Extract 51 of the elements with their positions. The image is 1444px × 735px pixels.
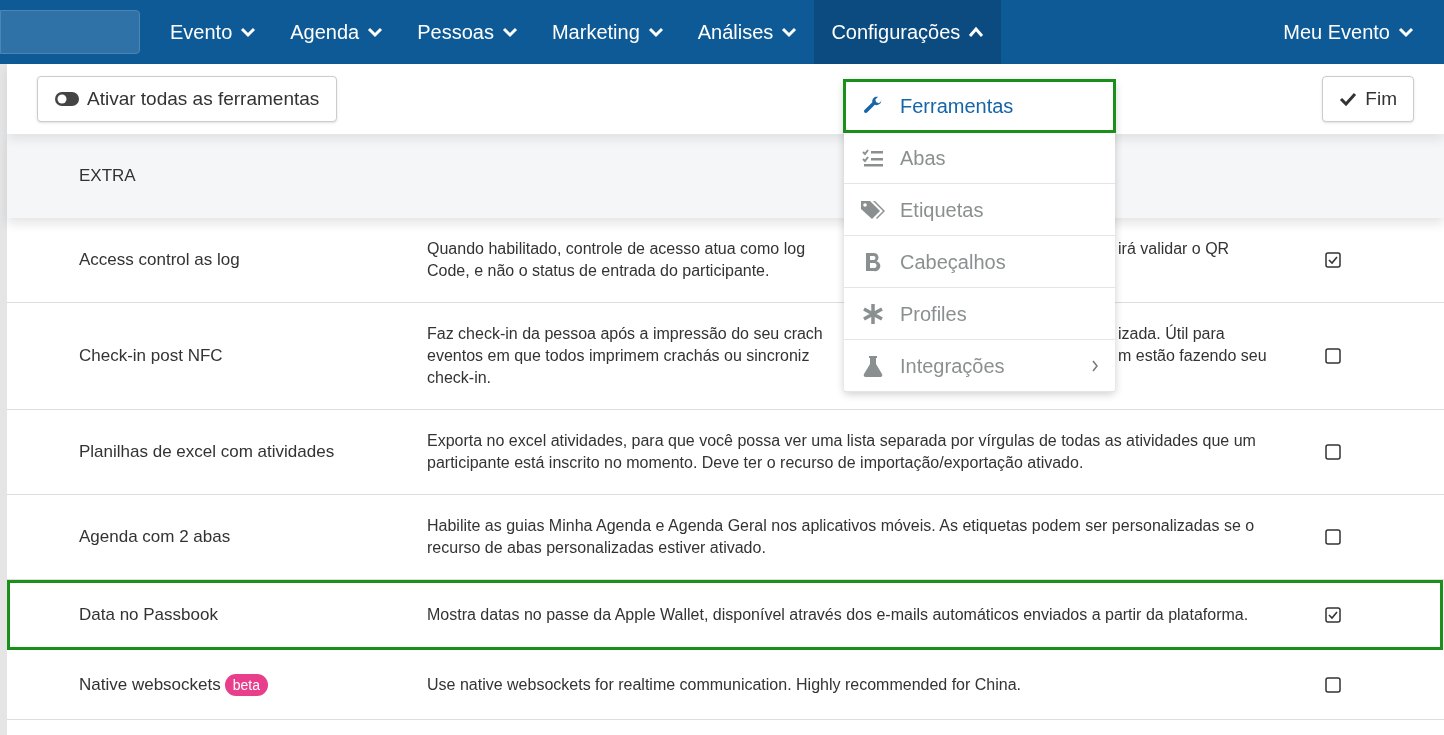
nav-menu-item[interactable]: Pessoas	[400, 0, 535, 64]
section-heading: EXTRA	[79, 165, 136, 188]
toggle-all-button[interactable]: Ativar todas as ferramentas	[37, 76, 338, 122]
feature-description: check-in.	[427, 368, 493, 388]
checkbox[interactable]	[1324, 606, 1341, 623]
nav-menu-item[interactable]: Marketing	[534, 0, 681, 64]
search-field[interactable]	[0, 10, 140, 54]
feature-name: Data no Passbook	[79, 603, 218, 626]
nav-menu-item[interactable]: Evento	[153, 0, 274, 64]
chevron-down-icon	[1398, 26, 1414, 38]
beta-badge: beta	[224, 673, 268, 696]
checkbox[interactable]	[1325, 444, 1341, 460]
feature-description: Mostra datas no passe da Apple Wallet, disponível através dos e-mails automáticos enviados a partir da plataforma.	[427, 605, 1249, 623]
done-button[interactable]: Fim	[1322, 76, 1414, 122]
chevron-down-icon	[367, 26, 384, 38]
list-icon	[862, 147, 884, 168]
feature-description: Exporta no excel atividades, para que você possa ver uma lista separada por vírgulas de todas as atividades que um participante está inscrito no momento. Deve ter o recurso de importação/exportação ativado.	[427, 432, 1256, 471]
feature-description: m estão fazendo seu	[1118, 346, 1267, 366]
flask-icon	[863, 354, 883, 377]
tags-icon	[860, 198, 886, 221]
checkbox[interactable]	[1325, 529, 1341, 545]
feature-description: izada. Útil para	[1118, 323, 1225, 344]
feature-description: eventos em que todos imprimem crachás ou sincroniz	[427, 346, 811, 366]
feature-name: Agenda com 2 abas	[79, 526, 231, 549]
feature-description: Faz check-in da pessoa após a impressão do seu crach	[427, 324, 824, 344]
feature-name: Planilhas de excel com atividades	[79, 441, 335, 464]
nav-menu-item[interactable]: Análises	[680, 0, 815, 64]
checkbox[interactable]	[1325, 252, 1341, 268]
chevron-down-icon	[501, 26, 518, 38]
nav-menu-item[interactable]: Configurações	[814, 0, 1002, 64]
dropdown-item[interactable]: Ferramentas	[844, 80, 1115, 132]
nav-menu-item[interactable]: Agenda	[273, 0, 401, 64]
checkbox[interactable]	[1325, 348, 1341, 364]
checkbox[interactable]	[1325, 676, 1341, 693]
feature-name: Native websockets	[79, 673, 221, 696]
feature-description: Code, e não o status de entrada do participante.	[427, 261, 771, 281]
chevron-down-icon	[240, 26, 257, 38]
toggle-icon	[55, 92, 79, 106]
chevron-down-icon	[647, 26, 664, 38]
bold-icon	[864, 251, 882, 272]
feature-description: irá validar o QR	[1118, 239, 1230, 259]
chevron-up-icon	[968, 26, 985, 38]
feature-description: Use native websockets for realtime communication. Highly recommended for China.	[427, 675, 1022, 693]
asterisk-icon	[862, 302, 884, 325]
checkmark-icon	[1339, 92, 1358, 106]
feature-name: Access control as log	[79, 249, 240, 272]
account-menu[interactable]: Meu Evento	[1283, 0, 1444, 64]
chevron-down-icon	[781, 26, 798, 38]
feature-description: Quando habilitado, controle de acesso atua como log	[427, 239, 807, 259]
feature-name: Check-in post NFC	[79, 345, 223, 368]
feature-description: Habilite as guias Minha Agenda e Agenda Geral nos aplicativos móveis. As etiquetas podem ser personalizadas se o recurso de abas personalizadas estiver ativado.	[427, 517, 1255, 556]
